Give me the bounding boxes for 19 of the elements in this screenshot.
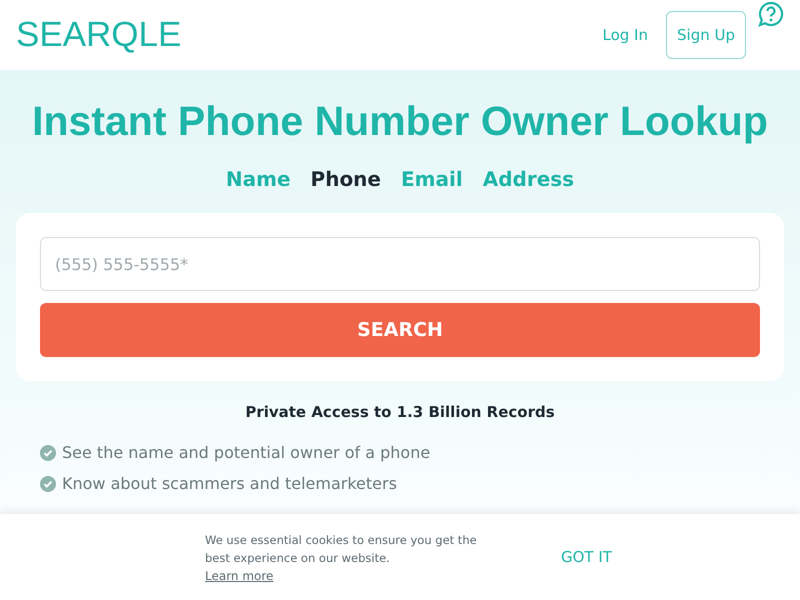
phone-input-field[interactable]: (555) 555-5555* (40, 237, 760, 291)
learn-more-link[interactable]: Learn more (205, 569, 274, 583)
search-type-tab[interactable]: Phone (310, 167, 381, 191)
tagline: Private Access to 1.3 Billion Records (245, 403, 555, 421)
search-type-tab[interactable]: Address (482, 167, 574, 191)
login-link[interactable]: Log In (602, 26, 648, 44)
feature-text: See the name and potential owner of a phone (62, 443, 430, 462)
cookie-message: We use essential cookies to ensure you get the best experience on our website. (205, 532, 478, 567)
search-button[interactable]: SEARCH (40, 303, 760, 357)
check-icon (40, 476, 56, 492)
got-it-button[interactable]: GOT IT (557, 544, 616, 570)
search-type-tab[interactable]: Email (401, 167, 463, 191)
search-type-tab[interactable]: Name (226, 167, 291, 191)
logo[interactable]: SEARQLE (16, 15, 182, 55)
feature-text: Know about scammers and telemarketers (62, 474, 397, 493)
check-icon (40, 444, 56, 460)
signup-button[interactable]: Sign Up (666, 11, 746, 59)
page-title: Instant Phone Number Owner Lookup (32, 98, 768, 145)
help-chat-icon[interactable] (758, 1, 784, 27)
